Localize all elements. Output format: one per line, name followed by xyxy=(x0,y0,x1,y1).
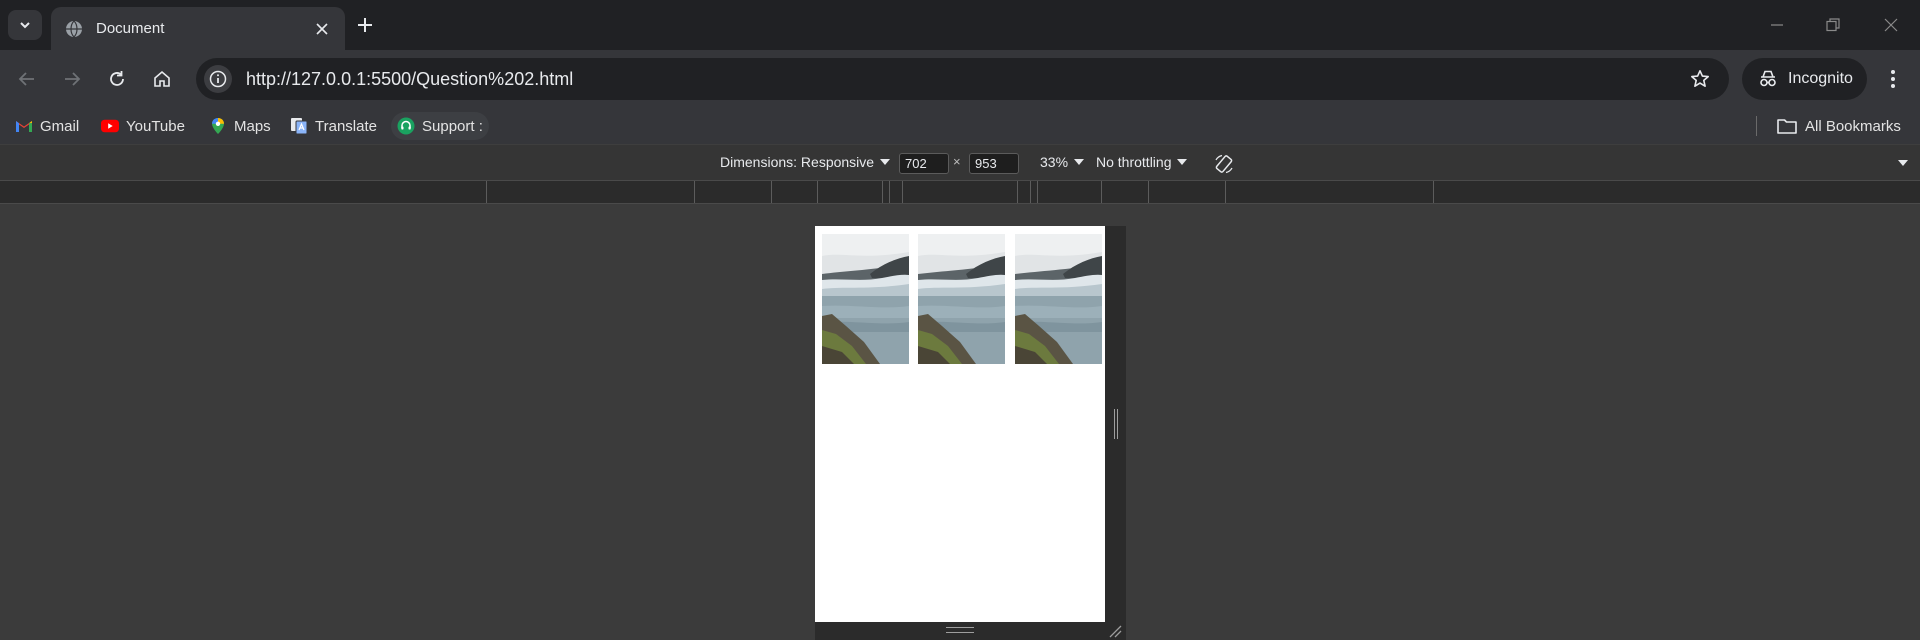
dimensions-label: Dimensions: Responsive xyxy=(720,154,875,170)
throttling-label: No throttling xyxy=(1096,154,1172,170)
star-icon xyxy=(1691,70,1709,87)
globe-icon xyxy=(66,20,82,37)
ruler-tick xyxy=(817,181,818,203)
ruler-tick xyxy=(1101,181,1102,203)
zoom-dropdown[interactable]: 33% xyxy=(1040,154,1085,170)
info-icon xyxy=(209,70,227,88)
rotate-icon[interactable] xyxy=(1213,153,1235,175)
caret-down-icon xyxy=(880,159,891,165)
height-resize-handle[interactable] xyxy=(946,627,974,633)
ruler-tick xyxy=(1030,181,1031,203)
height-input[interactable]: 953 xyxy=(969,153,1019,174)
bookmark-gmail[interactable]: Gmail xyxy=(9,112,85,140)
url-text[interactable]: http://127.0.0.1:5500/Question%202.html xyxy=(246,69,1685,90)
device-toolbar: Dimensions: Responsive 702 × 953 33% No … xyxy=(0,144,1920,180)
zoom-label: 33% xyxy=(1040,154,1069,170)
bookmark-youtube[interactable]: YouTube xyxy=(95,112,191,140)
bookmark-star-button[interactable] xyxy=(1685,64,1715,94)
folder-icon xyxy=(1776,117,1798,135)
tab-document[interactable]: Document xyxy=(51,7,345,50)
chevron-down-icon xyxy=(20,22,30,29)
bookmarks-bar: Gmail YouTube Maps Translate Support : A… xyxy=(0,108,1920,144)
arrow-left-icon xyxy=(18,72,34,86)
tab-title: Document xyxy=(96,20,165,37)
ruler-tick xyxy=(1225,181,1226,203)
waterfall-image xyxy=(918,234,1005,364)
bookmark-label: Gmail xyxy=(40,117,80,135)
restore-icon xyxy=(1826,18,1840,32)
ruler-tick xyxy=(1037,181,1038,203)
bookmarks-separator xyxy=(1756,116,1757,136)
restore-button[interactable] xyxy=(1818,12,1848,38)
gmail-icon xyxy=(15,117,33,135)
home-button[interactable] xyxy=(146,63,178,95)
reload-icon xyxy=(110,71,124,86)
waterfall-image xyxy=(822,234,909,364)
throttling-dropdown[interactable]: No throttling xyxy=(1096,154,1188,170)
arrow-right-icon xyxy=(65,72,81,86)
width-resize-handle[interactable] xyxy=(1114,409,1118,439)
forward-button[interactable] xyxy=(56,63,88,95)
waterfall-image xyxy=(1015,234,1102,364)
ruler-tick xyxy=(1433,181,1434,203)
emulated-page[interactable] xyxy=(815,226,1105,622)
ruler-tick xyxy=(902,181,903,203)
ruler-tick xyxy=(486,181,487,203)
bookmark-label: Translate xyxy=(315,117,377,135)
support-icon xyxy=(397,117,415,135)
device-toolbar-more-icon[interactable] xyxy=(1898,160,1908,166)
browser-toolbar: http://127.0.0.1:5500/Question%202.html … xyxy=(0,50,1920,108)
bookmark-label: Maps xyxy=(234,117,271,135)
ruler-tick xyxy=(882,181,883,203)
all-bookmarks-button[interactable]: All Bookmarks xyxy=(1770,112,1907,140)
minimize-icon xyxy=(1771,24,1783,26)
bookmark-maps[interactable]: Maps xyxy=(203,112,277,140)
minimize-button[interactable] xyxy=(1762,12,1792,38)
home-icon xyxy=(154,70,170,87)
translate-icon xyxy=(290,117,308,135)
new-tab-button[interactable] xyxy=(352,12,378,38)
width-input[interactable]: 702 xyxy=(899,153,949,174)
bookmark-translate[interactable]: Translate xyxy=(284,112,383,140)
tab-close-button[interactable] xyxy=(311,18,333,40)
youtube-icon xyxy=(101,117,119,135)
close-icon xyxy=(1884,18,1898,32)
window-close-button[interactable] xyxy=(1876,12,1906,38)
incognito-profile-button[interactable]: Incognito xyxy=(1742,58,1867,100)
incognito-icon xyxy=(1760,70,1776,87)
incognito-label: Incognito xyxy=(1788,70,1853,87)
photo-2 xyxy=(918,234,1005,364)
close-icon xyxy=(316,22,328,35)
caret-down-icon xyxy=(1074,159,1085,165)
ruler-tick xyxy=(694,181,695,203)
back-button[interactable] xyxy=(11,63,43,95)
dimensions-dropdown[interactable]: Dimensions: Responsive xyxy=(720,154,891,170)
bookmark-label: Support : xyxy=(422,117,483,135)
resize-corner-icon[interactable] xyxy=(1108,624,1122,638)
viewport-area xyxy=(0,204,1920,640)
tab-search-button[interactable] xyxy=(8,10,42,40)
ruler-tick xyxy=(1017,181,1018,203)
plus-icon xyxy=(358,18,372,32)
reload-button[interactable] xyxy=(101,63,133,95)
photo-1 xyxy=(822,234,909,364)
ruler-tick xyxy=(889,181,890,203)
maps-icon xyxy=(209,117,227,135)
media-query-ruler xyxy=(0,180,1920,204)
photo-3 xyxy=(1015,234,1102,364)
more-vertical-icon xyxy=(1891,70,1895,88)
all-bookmarks-label: All Bookmarks xyxy=(1805,117,1901,135)
bookmark-support[interactable]: Support : xyxy=(391,112,489,140)
browser-menu-button[interactable] xyxy=(1878,63,1908,95)
ruler-tick xyxy=(771,181,772,203)
bookmark-label: YouTube xyxy=(126,117,185,135)
tab-strip: Document xyxy=(0,0,1920,50)
caret-down-icon xyxy=(1177,159,1188,165)
times-separator: × xyxy=(953,154,961,169)
address-bar[interactable]: http://127.0.0.1:5500/Question%202.html xyxy=(196,58,1729,100)
ruler-tick xyxy=(1148,181,1149,203)
site-info-button[interactable] xyxy=(204,65,232,93)
